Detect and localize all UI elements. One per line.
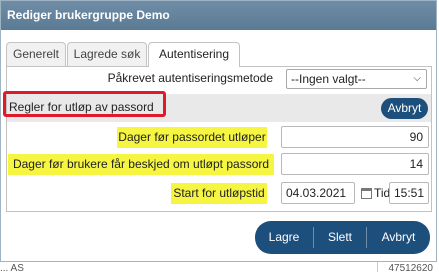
days-before-expiry-input[interactable]: 90 [281, 126, 429, 148]
section-cancel-button[interactable]: Avbryt [381, 98, 428, 119]
chevron-down-icon: ⌵ [413, 73, 421, 84]
tab-generelt[interactable]: Generelt [6, 42, 66, 66]
background-row-number: 47512620 [388, 263, 434, 274]
tab-lagrede-sok[interactable]: Lagrede søk [67, 42, 147, 66]
delete-button[interactable]: Slett [314, 221, 366, 254]
save-button[interactable]: Lagre [255, 221, 313, 254]
autentisering-panel: Påkrevet autentiseringsmetode --Ingen va… [3, 66, 432, 212]
background-row-text: ... AS [0, 263, 24, 274]
cancel-button[interactable]: Avbryt [367, 221, 430, 254]
annotation-highlight-box [3, 91, 166, 117]
days-notice-label: Dager før brukere får beskjed om utløpt … [8, 154, 274, 175]
start-expiry-label: Start for utløpstid [171, 183, 267, 204]
start-date-input[interactable]: 04.03.2021 [281, 182, 355, 204]
auth-method-value: --Ingen valgt-- [291, 72, 366, 86]
time-label: Tid [374, 186, 391, 200]
dialog-title: Rediger brukergruppe Demo [1, 1, 436, 30]
calendar-icon[interactable] [361, 188, 372, 199]
start-time-input[interactable]: 15:51 [389, 182, 429, 204]
divider [377, 262, 378, 272]
footer-button-group: Lagre Slett Avbryt [255, 221, 430, 254]
auth-method-label: Påkrevet autentiseringsmetode [107, 71, 273, 85]
background-list-row: ... AS 47512620 [0, 262, 439, 274]
auth-method-select[interactable]: --Ingen valgt-- ⌵ [286, 69, 427, 89]
days-notice-input[interactable]: 14 [281, 153, 429, 175]
days-before-expiry-label: Dager før passordet utløper [117, 127, 267, 148]
tab-autentisering[interactable]: Autentisering [148, 42, 240, 67]
edit-user-group-dialog: Rediger brukergruppe Demo Generelt Lagre… [0, 0, 437, 262]
